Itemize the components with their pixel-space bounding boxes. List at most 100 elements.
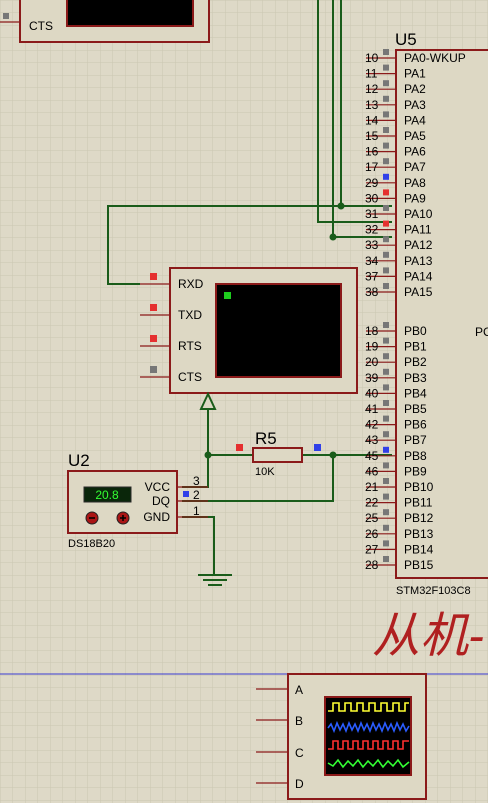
- terminal-pin-state: [150, 366, 157, 373]
- sensor-pin-number: 1: [193, 504, 200, 518]
- mcu-pin-number: 33: [365, 238, 379, 252]
- terminal-top-screen: [66, 0, 194, 27]
- mcu-ref: U5: [395, 30, 417, 49]
- mcu-pin-state: [383, 337, 389, 344]
- sensor-part: DS18B20: [68, 538, 115, 550]
- mcu-part: STM32F103C8: [396, 585, 471, 597]
- mcu-pin-name: PA2: [404, 82, 426, 96]
- sensor-up-button[interactable]: [116, 511, 130, 525]
- terminal-pin-label: CTS: [178, 370, 202, 384]
- mcu-pin-number: 29: [365, 176, 379, 190]
- mcu-pin-state: [383, 173, 389, 180]
- junction-pa11: [329, 233, 337, 241]
- resistor-body: [252, 447, 303, 463]
- mcu-pin-number: 26: [365, 527, 379, 541]
- terminal-pin-state: [150, 304, 157, 311]
- terminal-top-cts-label: CTS: [29, 19, 53, 33]
- mcu-pin-number: 22: [365, 496, 379, 510]
- mcu-pin-name: PA5: [404, 129, 426, 143]
- mcu-pin-number: 12: [365, 82, 379, 96]
- sensor-pin-number: 3: [193, 474, 200, 488]
- mcu-pin-state: [383, 189, 389, 196]
- sensor-pin-label: VCC: [145, 480, 171, 494]
- mcu-pin-state: [383, 462, 389, 469]
- mcu-pin-name: PB2: [404, 355, 427, 369]
- junction-pb8: [329, 451, 337, 459]
- mcu-pin-state: [383, 111, 389, 118]
- sensor-down-button[interactable]: [85, 511, 99, 525]
- mcu-pin-name: PA6: [404, 145, 426, 159]
- mcu-pin-name: PB6: [404, 418, 427, 432]
- mcu-pin-name: PA12: [404, 238, 433, 252]
- mcu-pin-name: PB0: [404, 324, 427, 338]
- sensor-pin-label: DQ: [152, 494, 170, 508]
- terminal-pin-label: RTS: [178, 339, 202, 353]
- mcu-pin-state: [383, 251, 389, 258]
- mcu-pin-state: [383, 540, 389, 547]
- mcu-pin-name: PA9: [404, 191, 426, 205]
- mcu-pin-name: PA7: [404, 160, 426, 174]
- terminal-cursor: [224, 292, 231, 299]
- resistor-right-state: [314, 444, 321, 451]
- mcu-pin-number: 18: [365, 324, 379, 338]
- mcu-pin-name: PB15: [404, 558, 434, 572]
- mcu-pin-state: [383, 267, 389, 274]
- mcu-pin-number: 37: [365, 269, 379, 283]
- mcu-pin-name: PB11: [404, 496, 433, 510]
- virtual-terminal-top[interactable]: CTS: [0, 0, 210, 43]
- mcu-pin-name: PB1: [404, 340, 427, 354]
- mcu-pin-name: PB3: [404, 371, 427, 385]
- mcu-pin-name: PA3: [404, 98, 426, 112]
- scope-screen: [324, 696, 412, 776]
- sheet-title: 从机-: [372, 610, 484, 663]
- sensor-reading: 20.8: [95, 488, 119, 502]
- mcu-pin-state: [383, 158, 389, 165]
- mcu-pin-state: [383, 493, 389, 500]
- mcu-pin-state: [383, 95, 389, 102]
- mcu-pin-state: [383, 509, 389, 516]
- virtual-terminal[interactable]: RXD TXD RTS CTS: [140, 267, 358, 410]
- mcu-pin-name: PA0-WKUP: [404, 51, 466, 65]
- mcu-pin-state: [383, 524, 389, 531]
- mcu-pin-number: 13: [365, 98, 379, 112]
- mcu-pin-state: [383, 556, 389, 562]
- mcu-pin-name: PB7: [404, 433, 427, 447]
- terminal-pin-label: TXD: [178, 308, 202, 322]
- mcu-pin-state: [383, 49, 389, 55]
- mcu-pin-number: 31: [365, 207, 379, 221]
- mcu-pin-state: [383, 127, 389, 133]
- mcu-pin-number: 27: [365, 542, 379, 556]
- mcu-pin-state: [383, 400, 389, 406]
- mcu-pin-number: 30: [365, 191, 379, 205]
- mcu-pin-number: 46: [365, 464, 379, 478]
- mcu-pin-number: 43: [365, 433, 379, 447]
- mcu-pin-state: [383, 415, 389, 422]
- mcu-pin-state: [383, 446, 389, 453]
- mcu-pin-state: [383, 283, 389, 289]
- mcu-pin-state: [383, 431, 389, 438]
- mcu-pin-number: 25: [365, 511, 379, 525]
- mcu-pin-number: 19: [365, 340, 379, 354]
- mcu-pin-name: PB8: [404, 449, 427, 463]
- sensor-dq-state: [183, 491, 189, 497]
- scope-channel-label: C: [295, 746, 304, 760]
- mcu-pin-number: 11: [365, 67, 378, 81]
- schematic-canvas[interactable]: CTS U5 PC STM32F103C8 10 PA0-WKUP11 PA112 P…: [0, 0, 488, 803]
- mcu-cut-label: PC: [475, 325, 488, 339]
- mcu-pin-name: PA13: [404, 254, 433, 268]
- mcu-pin-name: PA8: [404, 176, 426, 190]
- mcu-pin-number: 15: [365, 129, 379, 143]
- mcu-pin-state: [383, 80, 389, 87]
- mcu-pin-number: 16: [365, 145, 379, 159]
- resistor-left-state: [236, 444, 243, 451]
- junction-pa9: [337, 202, 345, 210]
- mcu-pin-state: [383, 142, 389, 149]
- terminal-screen: [215, 283, 342, 378]
- resistor-ref: R5: [255, 429, 277, 448]
- scope-channel-label: D: [295, 777, 304, 791]
- mcu-pin-number: 10: [365, 51, 379, 65]
- mcu-pin-number: 32: [365, 223, 379, 237]
- mcu-pin-state: [383, 353, 389, 360]
- terminal-pin-state: [150, 335, 157, 342]
- mcu-pin-number: 45: [365, 449, 379, 463]
